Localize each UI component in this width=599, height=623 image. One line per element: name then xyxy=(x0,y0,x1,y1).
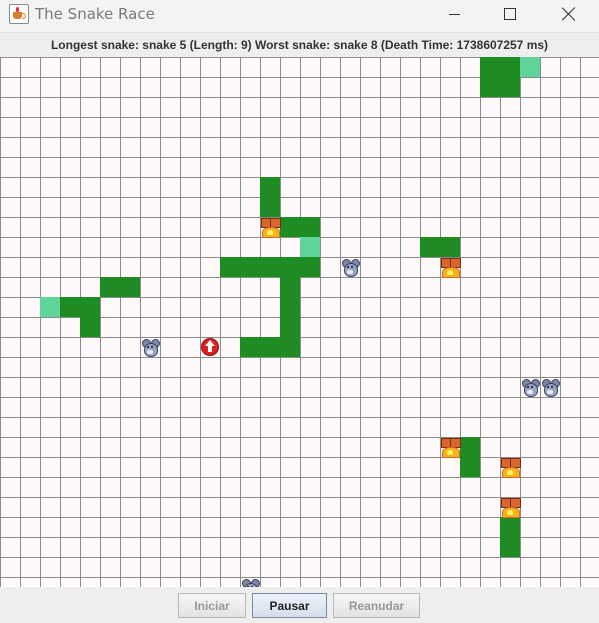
snake-segment xyxy=(280,337,300,357)
close-button[interactable] xyxy=(540,0,598,28)
turbo-boost-icon xyxy=(200,337,220,357)
fire-trap-icon xyxy=(440,437,461,458)
snake-head xyxy=(300,237,320,257)
mouse-icon xyxy=(520,377,540,397)
title-bar: The Snake Race xyxy=(0,0,599,33)
game-board xyxy=(0,57,599,587)
mouse-icon xyxy=(540,377,560,397)
snake-segment xyxy=(500,57,520,77)
snake-segment xyxy=(80,297,100,317)
fire-trap-icon xyxy=(500,457,521,478)
snake-segment xyxy=(280,297,300,317)
snake-segment xyxy=(480,77,500,97)
snake-segment xyxy=(280,317,300,337)
snake-segment xyxy=(260,197,280,217)
window-title: The Snake Race xyxy=(35,5,155,23)
snake-segment xyxy=(60,297,80,317)
maximize-icon xyxy=(504,8,516,20)
minimize-icon xyxy=(448,13,460,15)
mouse-icon xyxy=(240,577,260,587)
close-icon xyxy=(562,7,576,21)
snake-segment xyxy=(460,457,480,477)
java-cup-icon xyxy=(9,4,29,24)
snake-segment xyxy=(480,57,500,77)
snake-segment xyxy=(280,277,300,297)
snake-segment xyxy=(240,257,260,277)
snake-segment xyxy=(500,517,520,537)
status-label: Longest snake: snake 5 (Length: 9) Worst… xyxy=(0,33,599,57)
snake-segment xyxy=(120,277,140,297)
snake-segment xyxy=(280,257,300,277)
snake-head xyxy=(520,57,540,77)
start-button[interactable]: Iniciar xyxy=(178,593,246,618)
snake-segment xyxy=(500,77,520,97)
control-bar: Iniciar Pausar Reanudar xyxy=(0,588,599,623)
snake-segment xyxy=(80,317,100,337)
fire-trap-icon xyxy=(440,257,461,278)
snake-segment xyxy=(280,217,300,237)
snake-segment xyxy=(460,437,480,457)
mouse-icon xyxy=(340,257,360,277)
snake-segment xyxy=(420,237,440,257)
snake-segment xyxy=(300,257,320,277)
resume-button[interactable]: Reanudar xyxy=(333,593,420,618)
snake-segment xyxy=(100,277,120,297)
snake-segment xyxy=(220,257,240,277)
snake-segment xyxy=(240,337,260,357)
snake-segment xyxy=(260,177,280,197)
pause-button[interactable]: Pausar xyxy=(252,593,327,618)
fire-trap-icon xyxy=(260,217,281,238)
snake-head xyxy=(40,297,60,317)
fire-trap-icon xyxy=(500,497,521,518)
snake-segment xyxy=(440,237,460,257)
snake-segment xyxy=(260,337,280,357)
snake-segment xyxy=(260,257,280,277)
mouse-icon xyxy=(140,337,160,357)
snake-segment xyxy=(300,217,320,237)
snake-segment xyxy=(500,537,520,557)
minimize-button[interactable] xyxy=(425,0,483,28)
maximize-button[interactable] xyxy=(481,0,539,28)
